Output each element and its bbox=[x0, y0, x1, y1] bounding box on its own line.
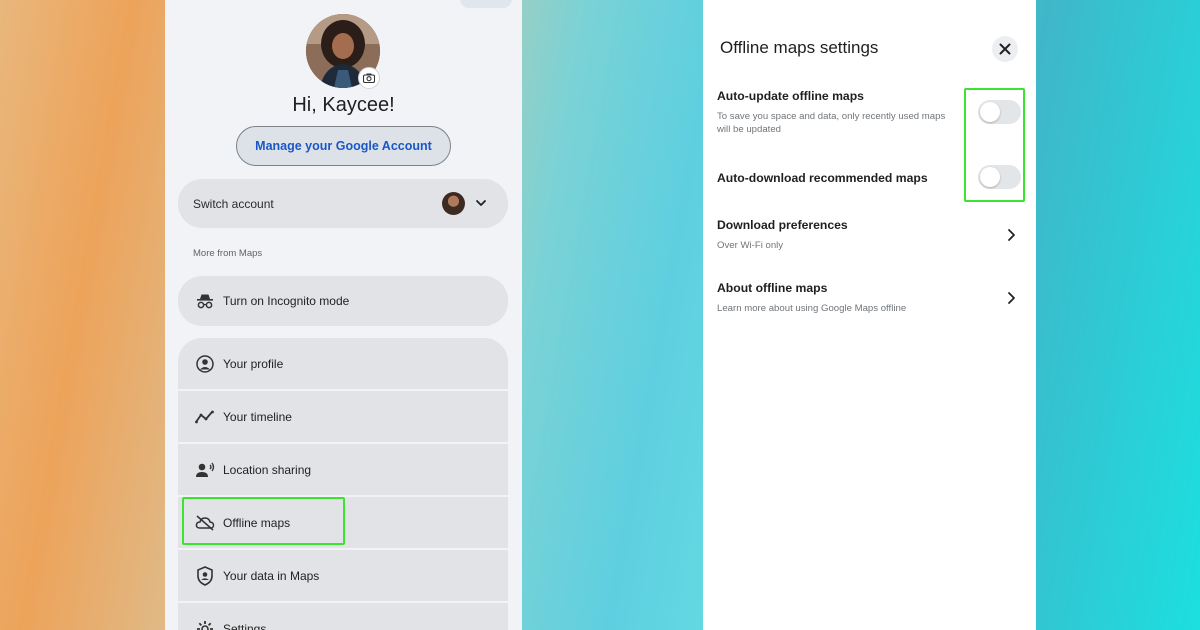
close-icon bbox=[999, 43, 1011, 55]
menu-item-your-timeline[interactable]: Your timeline bbox=[178, 391, 508, 442]
location-sharing-icon bbox=[195, 460, 215, 480]
menu-item-label: Your profile bbox=[223, 356, 284, 371]
auto-download-toggle[interactable] bbox=[978, 165, 1021, 189]
menu-item-your-data-in-maps[interactable]: Your data in Maps bbox=[178, 550, 508, 601]
download-preferences-subtitle: Over Wi-Fi only bbox=[717, 240, 784, 251]
about-offline-maps-title: About offline maps bbox=[717, 281, 828, 295]
menu-item-label: Location sharing bbox=[223, 462, 312, 477]
section-label-more-from-maps: More from Maps bbox=[193, 248, 263, 259]
menu-item-offline-maps[interactable]: Offline maps bbox=[178, 497, 508, 548]
menu-item-your-profile[interactable]: Your profile bbox=[178, 338, 508, 389]
account-menu-panel: Hi, Kaycee! Manage your Google Account S… bbox=[165, 0, 522, 630]
chevron-down-icon[interactable] bbox=[474, 196, 488, 215]
about-offline-maps-subtitle: Learn more about using Google Maps offli… bbox=[717, 303, 907, 314]
incognito-label: Turn on Incognito mode bbox=[223, 294, 350, 308]
chevron-right-icon[interactable] bbox=[1005, 228, 1017, 242]
auto-download-title: Auto-download recommended maps bbox=[717, 171, 928, 185]
shield-person-icon bbox=[195, 565, 215, 586]
close-button[interactable] bbox=[992, 36, 1018, 62]
toggle-knob bbox=[980, 167, 1000, 187]
menu-item-location-sharing[interactable]: Location sharing bbox=[178, 444, 508, 495]
chevron-right-icon[interactable] bbox=[1005, 291, 1017, 305]
timeline-icon bbox=[195, 407, 215, 427]
page-title: Offline maps settings bbox=[720, 38, 879, 57]
switch-account-row[interactable]: Switch account bbox=[178, 179, 508, 228]
manage-account-button[interactable]: Manage your Google Account bbox=[236, 126, 451, 166]
offline-maps-settings-panel: Offline maps settings Auto-update offlin… bbox=[703, 0, 1036, 630]
gear-icon bbox=[195, 619, 215, 630]
menu-item-label: Offline maps bbox=[223, 515, 291, 530]
menu-list: Your profile Your timeline Location shar… bbox=[178, 338, 508, 630]
auto-update-title: Auto-update offline maps bbox=[717, 89, 864, 103]
menu-item-label: Your data in Maps bbox=[223, 568, 320, 583]
top-button-edge bbox=[460, 0, 512, 8]
account-circle-icon bbox=[195, 354, 215, 374]
auto-update-subtitle: To save you space and data, only recentl… bbox=[717, 111, 946, 135]
incognito-mode-button[interactable]: Turn on Incognito mode bbox=[178, 276, 508, 326]
switch-account-label: Switch account bbox=[193, 196, 274, 211]
account-avatar-small bbox=[442, 192, 465, 215]
greeting-text: Hi, Kaycee! bbox=[292, 94, 395, 116]
menu-item-label: Your timeline bbox=[223, 409, 292, 424]
menu-item-label: Settings bbox=[223, 621, 267, 630]
auto-update-toggle[interactable] bbox=[978, 100, 1021, 124]
toggle-knob bbox=[980, 102, 1000, 122]
camera-icon[interactable] bbox=[358, 67, 380, 89]
menu-item-settings[interactable]: Settings bbox=[178, 603, 508, 630]
cloud-off-icon bbox=[195, 513, 215, 533]
incognito-icon bbox=[195, 291, 215, 311]
download-preferences-title: Download preferences bbox=[717, 218, 848, 232]
